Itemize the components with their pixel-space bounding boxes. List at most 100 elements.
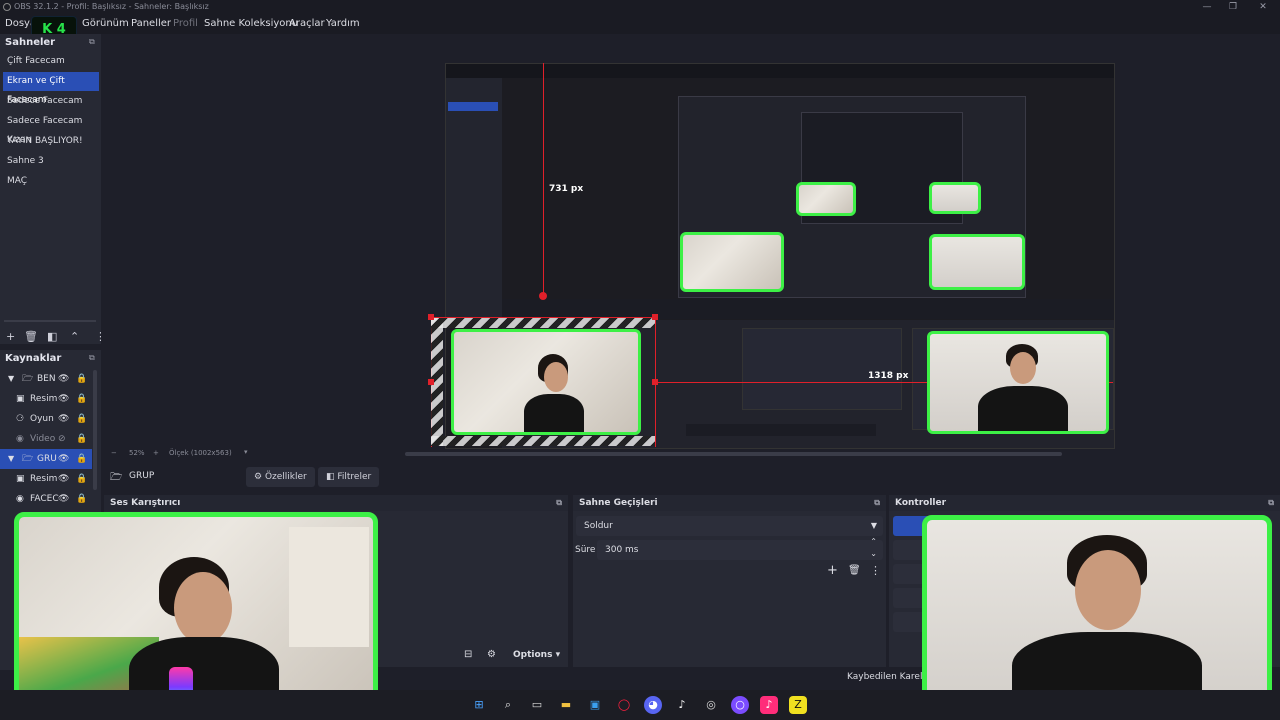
close-icon[interactable]: ✕	[1246, 0, 1280, 14]
search-icon[interactable]: ⌕	[499, 696, 517, 714]
preview-facecam-right[interactable]	[927, 331, 1109, 434]
dock-float-icon[interactable]: ⧉	[1268, 495, 1274, 511]
mixer-settings-icon[interactable]: ⚙	[487, 649, 496, 660]
source-label: GRU	[37, 454, 57, 464]
file-explorer-icon[interactable]: ▬	[557, 696, 575, 714]
source-row[interactable]: ◉ FACEC 👁 🔒	[0, 489, 92, 509]
more-options-icon[interactable]: ⋮	[870, 564, 881, 577]
scenes-dock: Sahneler ⧉ Çift Facecam Ekran ve Çift Fa…	[0, 34, 106, 344]
nested-cam-right	[929, 182, 981, 214]
scenes-scrollbar[interactable]	[4, 320, 96, 322]
source-row[interactable]: ▣ Resim 👁 🔒	[0, 389, 92, 409]
preview-facecam-left[interactable]	[451, 329, 641, 435]
nested-taskbar	[686, 424, 876, 436]
discord-icon[interactable]: ◕	[644, 696, 662, 714]
resize-handle[interactable]	[652, 379, 658, 385]
lock-icon[interactable]: 🔒	[76, 409, 87, 429]
source-label: Resim	[30, 394, 58, 404]
guide-handle[interactable]	[539, 292, 547, 300]
duration-label: Süre	[575, 545, 596, 555]
scene-item[interactable]: YAYIN BAŞLIYOR!	[3, 132, 99, 151]
obs-logo-icon	[3, 3, 11, 11]
eye-icon[interactable]: 👁	[58, 469, 69, 489]
dropped-frames-label: Kaybedilen Kareler	[847, 672, 932, 682]
filters-button[interactable]: ◧ Filtreler	[318, 467, 380, 487]
preview-scrollbar[interactable]	[405, 452, 1062, 456]
eye-icon[interactable]: 👁	[58, 389, 69, 409]
maximize-icon[interactable]: ❐	[1216, 0, 1250, 14]
tiktok-icon[interactable]: ♪	[673, 696, 691, 714]
source-row[interactable]: ▼ 🗁 BEN 👁 🔒	[0, 369, 92, 389]
lock-icon[interactable]: 🔒	[76, 389, 87, 409]
source-row[interactable]: ▣ Resim 👁 🔒	[0, 469, 92, 489]
mixer-layout-icon[interactable]: ⊟	[464, 649, 472, 660]
task-view-icon[interactable]: ▭	[528, 696, 546, 714]
nested-scene-selected	[448, 102, 498, 111]
scene-item[interactable]: Çift Facecam	[3, 52, 99, 71]
menu-sahne-koleksiyonu[interactable]: Sahne Koleksiyonu	[204, 14, 298, 34]
eye-icon[interactable]: 👁	[58, 409, 69, 429]
properties-button[interactable]: ⚙ Özellikler	[246, 467, 315, 487]
chevron-down-icon[interactable]: ▼	[8, 369, 14, 389]
duration-value: 300 ms	[605, 545, 639, 555]
lock-icon[interactable]: 🔒	[76, 449, 87, 469]
scene-filters-icon[interactable]: ◧	[47, 330, 57, 343]
resize-handle[interactable]	[428, 314, 434, 320]
scale-dropdown-icon[interactable]: ▾	[244, 448, 248, 456]
add-transition-icon[interactable]: +	[827, 563, 838, 578]
menu-profil[interactable]: Profil	[173, 14, 198, 34]
opera-gx-icon[interactable]: ◯	[615, 696, 633, 714]
eye-icon[interactable]: 👁	[58, 449, 69, 469]
dock-float-icon[interactable]: ⧉	[874, 495, 880, 511]
dock-float-icon[interactable]: ⧉	[89, 353, 95, 363]
menu-araclar[interactable]: Araçlar	[289, 14, 325, 34]
add-scene-icon[interactable]: +	[6, 330, 15, 343]
scene-item-selected[interactable]: Ekran ve Çift Facecam	[3, 72, 99, 105]
stepper-icon[interactable]: ⌃ ⌄	[870, 536, 877, 560]
lock-icon[interactable]: 🔒	[76, 469, 87, 489]
source-row-selected[interactable]: ▼ 🗁 GRU 👁 🔒	[0, 449, 92, 469]
resize-handle[interactable]	[428, 379, 434, 385]
eye-icon[interactable]: 👁	[58, 369, 69, 389]
scene-item[interactable]: Sadece Facecam Kızan	[3, 112, 99, 145]
nested-statusbar	[502, 299, 1114, 319]
menu-yardim[interactable]: Yardım	[326, 14, 360, 34]
zoom-in-icon[interactable]: +	[153, 449, 159, 457]
duration-input[interactable]: 300 ms ⌃ ⌄	[597, 537, 883, 560]
scale-label: Ölçek (1002x563)	[169, 449, 232, 457]
lock-icon[interactable]: 🔒	[76, 429, 87, 449]
remove-transition-icon[interactable]: 🗑	[848, 565, 861, 576]
source-row[interactable]: ◉ Video ⊘ 🔒	[0, 429, 92, 449]
dock-float-icon[interactable]: ⧉	[89, 37, 95, 47]
source-row[interactable]: ⚆ Oyun 👁 🔒	[0, 409, 92, 429]
tiktok-live-icon[interactable]: ♪	[760, 696, 778, 714]
sources-scrollbar[interactable]	[93, 370, 97, 490]
obs-taskbar-icon[interactable]: ◎	[702, 696, 720, 714]
eye-hidden-icon[interactable]: ⊘	[58, 429, 66, 449]
resize-handle[interactable]	[652, 314, 658, 320]
dock-float-icon[interactable]: ⧉	[556, 495, 562, 511]
eye-icon[interactable]: 👁	[58, 489, 69, 509]
hazard-stripe-top	[431, 318, 655, 328]
scene-item[interactable]: Sahne 3	[3, 152, 99, 171]
zoom-out-icon[interactable]: −	[111, 449, 117, 457]
options-button[interactable]: Options ▾	[513, 650, 560, 660]
scene-item[interactable]: MAÇ	[3, 172, 99, 191]
windows-start-icon[interactable]: ⊞	[470, 696, 488, 714]
lock-icon[interactable]: 🔒	[76, 489, 87, 509]
nested-cam-right-2	[929, 234, 1025, 290]
transition-select[interactable]: Soldur ▼	[576, 516, 883, 536]
hazard-stripe-bottom	[431, 436, 655, 446]
menu-gorunum[interactable]: Görünüm	[82, 14, 129, 34]
remove-scene-icon[interactable]: 🗑	[24, 330, 38, 343]
lock-icon[interactable]: 🔒	[76, 369, 87, 389]
image-icon: ▣	[16, 394, 25, 404]
app-circle-icon[interactable]: ○	[731, 696, 749, 714]
menu-paneller[interactable]: Paneller	[131, 14, 171, 34]
scene-item[interactable]: Sadece Facecam	[3, 92, 99, 111]
move-up-icon[interactable]: ⌃	[70, 330, 79, 343]
folder-icon: 🗁	[22, 374, 34, 384]
app-z-icon[interactable]: Z	[789, 696, 807, 714]
store-icon[interactable]: ▣	[586, 696, 604, 714]
chevron-down-icon[interactable]: ▼	[8, 449, 14, 469]
